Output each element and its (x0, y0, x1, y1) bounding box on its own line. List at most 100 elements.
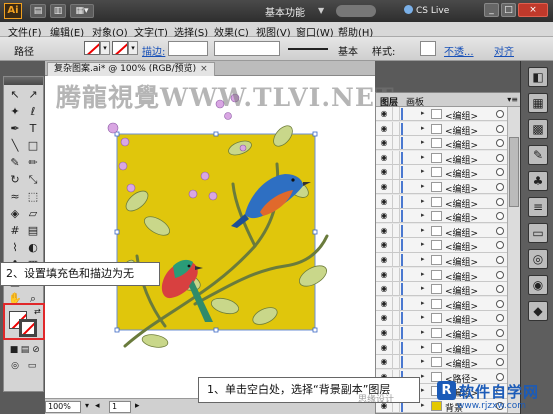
layer-name[interactable]: <编组> (445, 182, 478, 195)
expand-triangle-icon[interactable]: ▸ (421, 211, 425, 219)
document-tab[interactable]: 复杂图案.ai* @ 100% (RGB/预览) × (47, 62, 215, 76)
layer-name[interactable]: <编组> (445, 299, 478, 312)
eye-icon[interactable]: ◉ (378, 328, 390, 338)
minimize-button[interactable]: _ (484, 3, 499, 17)
layers-scrollbar[interactable] (507, 107, 520, 413)
eye-icon[interactable]: ◉ (378, 313, 390, 323)
layer-row[interactable]: ◉ ▸ <编组> (376, 223, 507, 239)
brush-style-label[interactable]: 基本 (338, 43, 358, 58)
fill-swatch[interactable] (84, 41, 100, 55)
layer-row[interactable]: ◉ ▸ <编组> (376, 296, 507, 312)
lock-toggle[interactable] (392, 165, 400, 180)
layer-name[interactable]: <编组> (445, 328, 478, 341)
layer-name[interactable]: <编组> (445, 124, 478, 137)
opacity-link[interactable]: 不透... (444, 43, 474, 58)
eye-icon[interactable]: ◉ (378, 153, 390, 163)
target-icon[interactable] (496, 241, 504, 250)
expand-triangle-icon[interactable]: ▸ (421, 109, 425, 117)
layer-name[interactable]: <编组> (445, 284, 478, 297)
graphic-style-swatch[interactable] (420, 41, 436, 56)
eye-icon[interactable]: ◉ (378, 124, 390, 134)
type-tool-icon[interactable]: T (25, 121, 41, 136)
cs-live-button[interactable]: CS Live (404, 5, 449, 16)
target-icon[interactable] (496, 139, 504, 148)
layer-name[interactable]: <编组> (445, 109, 478, 122)
target-icon[interactable] (496, 124, 504, 133)
expand-triangle-icon[interactable]: ▸ (421, 328, 425, 336)
layer-row[interactable]: ◉ ▸ <编组> (376, 150, 507, 166)
layer-row[interactable]: ◉ ▸ <编组> (376, 136, 507, 151)
variable-width-field[interactable] (214, 41, 280, 56)
lock-toggle[interactable] (392, 311, 400, 326)
chevron-down-icon[interactable]: ▾ (85, 401, 89, 410)
expand-triangle-icon[interactable]: ▸ (421, 284, 425, 292)
layer-row[interactable]: ◉ ▸ <编组> (376, 180, 507, 195)
layer-row[interactable]: ◉ ▸ <编组> (376, 355, 507, 370)
expand-triangle-icon[interactable]: ▸ (421, 372, 425, 380)
draw-mode-icon[interactable]: ◎ (7, 359, 23, 374)
lock-toggle[interactable] (392, 223, 400, 238)
target-icon[interactable] (496, 285, 504, 294)
gradient-tool-icon[interactable]: ▤ (25, 223, 41, 238)
screen-mode-icon[interactable]: ▭ (24, 359, 40, 374)
layer-name[interactable]: <编组> (445, 167, 478, 180)
color-panel-icon[interactable]: ◧ (528, 67, 548, 87)
shape-builder-tool-icon[interactable]: ◈ (7, 206, 23, 221)
expand-triangle-icon[interactable]: ▸ (421, 138, 425, 146)
direct-selection-tool-icon[interactable]: ↗ (25, 87, 41, 102)
eyedropper-tool-icon[interactable]: ⌇ (7, 240, 23, 255)
width-tool-icon[interactable]: ≈ (7, 189, 23, 204)
line-tool-icon[interactable]: ╲ (7, 138, 23, 153)
bridge-button[interactable]: ▤ (30, 4, 46, 18)
layer-row[interactable]: ◉ ▸ <编组> (376, 238, 507, 253)
lock-toggle[interactable] (392, 326, 400, 340)
eye-icon[interactable]: ◉ (378, 270, 390, 280)
eye-icon[interactable]: ◉ (378, 255, 390, 265)
lock-toggle[interactable] (392, 355, 400, 370)
scrollbar-thumb[interactable] (509, 137, 519, 207)
panel-menu-icon[interactable]: ▾≡ (507, 95, 518, 104)
layer-row[interactable]: ◉ ▸ <编组> (376, 267, 507, 283)
target-icon[interactable] (496, 299, 504, 308)
align-link[interactable]: 对齐 (494, 43, 514, 58)
layer-row[interactable]: ◉ ▸ <编组> (376, 121, 507, 137)
eye-icon[interactable]: ◉ (378, 284, 390, 294)
target-icon[interactable] (496, 197, 504, 206)
expand-triangle-icon[interactable]: ▸ (421, 401, 425, 409)
lock-toggle[interactable] (392, 282, 400, 297)
lock-toggle[interactable] (392, 253, 400, 267)
eye-icon[interactable]: ◉ (378, 182, 390, 192)
eye-icon[interactable]: ◉ (378, 109, 390, 119)
transparency-panel-icon[interactable]: ◎ (528, 249, 548, 269)
symbols-panel-icon[interactable]: ♣ (528, 171, 548, 191)
eye-icon[interactable]: ◉ (378, 299, 390, 309)
layer-name[interactable]: <编组> (445, 313, 478, 326)
target-icon[interactable] (496, 329, 504, 337)
close-icon[interactable]: × (200, 64, 208, 74)
next-artboard-icon[interactable]: ▸ (135, 401, 140, 411)
layer-name[interactable]: <编组> (445, 255, 478, 268)
zoom-field[interactable]: 100% (45, 401, 81, 413)
layer-row[interactable]: ◉ ▸ <编组> (376, 311, 507, 326)
layer-name[interactable]: <编组> (445, 343, 478, 356)
rotate-tool-icon[interactable]: ↻ (7, 172, 23, 187)
artboard-number-field[interactable]: 1 (109, 401, 131, 413)
lock-toggle[interactable] (392, 107, 400, 121)
none-mode-icon[interactable]: ⊘ (28, 343, 44, 358)
lock-toggle[interactable] (392, 194, 400, 209)
target-icon[interactable] (496, 270, 504, 279)
appearance-panel-icon[interactable]: ◉ (528, 275, 548, 295)
target-icon[interactable] (496, 314, 504, 323)
layers-panel-icon[interactable]: ◆ (528, 301, 548, 321)
layer-name[interactable]: <编组> (445, 153, 478, 166)
target-icon[interactable] (496, 358, 504, 367)
expand-triangle-icon[interactable]: ▸ (421, 124, 425, 132)
layer-row[interactable]: ◉ ▸ <编组> (376, 326, 507, 341)
layer-name[interactable]: <编组> (445, 270, 478, 283)
layer-name[interactable]: <编组> (445, 226, 478, 239)
expand-triangle-icon[interactable]: ▸ (421, 167, 425, 175)
tools-panel-header[interactable] (4, 77, 43, 85)
magic-wand-tool-icon[interactable]: ✦ (7, 104, 23, 119)
expand-triangle-icon[interactable]: ▸ (421, 197, 425, 205)
eye-icon[interactable]: ◉ (378, 167, 390, 177)
